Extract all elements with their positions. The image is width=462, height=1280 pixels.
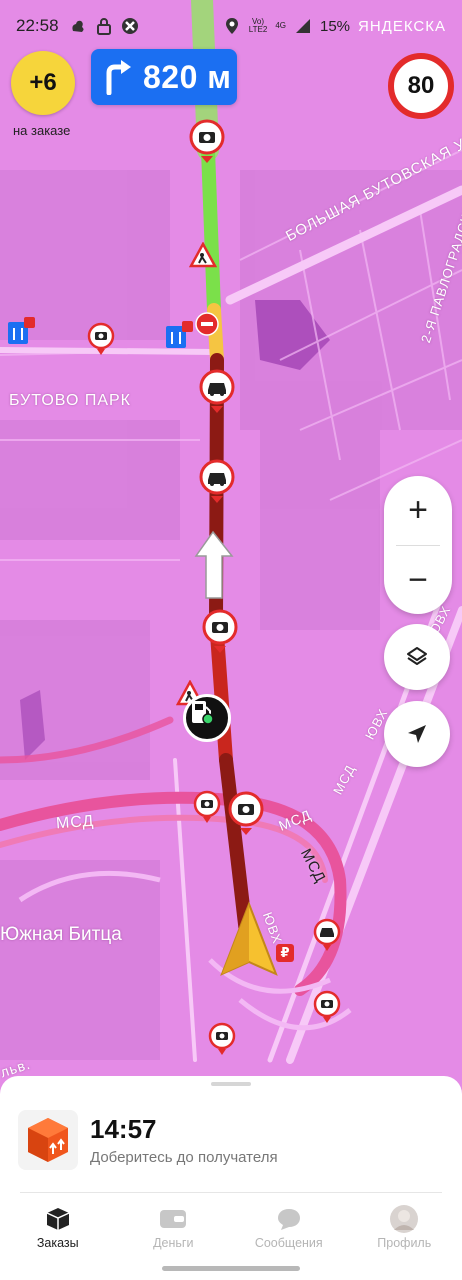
zoom-controls: + − <box>384 476 452 614</box>
speed-camera-icon[interactable] <box>188 118 226 164</box>
order-instruction: Доберитесь до получателя <box>90 1149 278 1166</box>
avatar-icon <box>390 1205 419 1233</box>
tab-label: Деньги <box>153 1236 194 1250</box>
chat-icon <box>277 1209 300 1230</box>
tab-orders[interactable]: Заказы <box>0 1204 116 1260</box>
bottom-sheet[interactable]: 14:57 Доберитесь до получателя Заказы Де… <box>0 1076 462 1280</box>
maneuver-panel[interactable]: 820 м <box>91 49 237 105</box>
overlay-text: ЯНДЕКСКА <box>358 17 446 35</box>
layers-button[interactable] <box>384 624 450 690</box>
bonus-value: +6 <box>29 69 57 96</box>
accident-icon[interactable] <box>198 458 236 504</box>
tab-label: Сообщения <box>254 1236 323 1250</box>
no-entry-icon[interactable] <box>195 312 219 336</box>
status-bar: 22:58 Vo) LTE2 4G 15% ЯНДЕКСКА <box>0 0 462 52</box>
lock-icon <box>96 18 111 35</box>
bonus-caption: на заказе <box>13 123 71 138</box>
order-summary[interactable]: 14:57 Доберитесь до получателя <box>18 1110 278 1170</box>
gas-station-icon[interactable] <box>183 694 231 742</box>
eta-time: 14:57 <box>90 1114 157 1144</box>
accident-icon[interactable] <box>198 368 236 414</box>
road-label: МСД <box>55 812 95 833</box>
bonus-badge[interactable]: +6 <box>11 51 75 115</box>
speed-limit-sign: 80 <box>388 53 454 119</box>
speed-camera-icon[interactable] <box>313 990 341 1026</box>
divider <box>20 1192 442 1193</box>
tab-label: Заказы <box>36 1236 79 1250</box>
notification-icon <box>71 20 84 32</box>
accident-icon[interactable] <box>313 918 341 954</box>
zoom-out-button[interactable]: − <box>384 546 452 615</box>
wallet-icon <box>160 1210 187 1228</box>
roadworks-icon[interactable] <box>189 242 217 268</box>
network-indicator: Vo) LTE2 <box>248 17 268 34</box>
tab-money[interactable]: Деньги <box>116 1204 232 1260</box>
clock: 22:58 <box>16 16 59 35</box>
signal-icon <box>295 19 310 33</box>
speed-camera-icon[interactable] <box>201 608 239 654</box>
district-label: Южная Битца <box>0 924 122 945</box>
tab-profile[interactable]: Профиль <box>347 1204 462 1260</box>
layers-icon <box>407 647 427 665</box>
speed-camera-icon[interactable] <box>208 1022 236 1058</box>
box-icon <box>46 1208 70 1230</box>
home-indicator[interactable] <box>162 1266 300 1271</box>
bottom-tab-bar: Заказы Деньги Сообщения Профиль <box>0 1204 462 1260</box>
lane-sign-icon[interactable] <box>6 316 36 346</box>
location-icon <box>225 18 238 34</box>
tab-label: Профиль <box>377 1236 432 1250</box>
parcel-icon <box>18 1110 78 1170</box>
speed-limit-value: 80 <box>407 72 435 99</box>
lane-sign-icon[interactable] <box>164 320 194 350</box>
location-arrow-icon <box>408 725 426 743</box>
district-label: БУТОВО ПАРК <box>9 392 131 409</box>
battery-percent: 15% <box>319 17 351 35</box>
my-location-button[interactable] <box>384 701 450 767</box>
speed-camera-icon[interactable] <box>87 322 115 358</box>
sheet-grabber[interactable] <box>211 1082 251 1086</box>
speed-camera-icon[interactable] <box>227 790 265 836</box>
net-type: 4G <box>275 21 286 30</box>
speed-camera-icon[interactable] <box>193 790 221 826</box>
maneuver-distance: 820 м <box>143 58 232 95</box>
zoom-in-button[interactable]: + <box>384 476 452 545</box>
turn-right-icon <box>106 60 131 95</box>
tab-messages[interactable]: Сообщения <box>231 1204 347 1260</box>
app-notification-icon <box>121 18 138 34</box>
